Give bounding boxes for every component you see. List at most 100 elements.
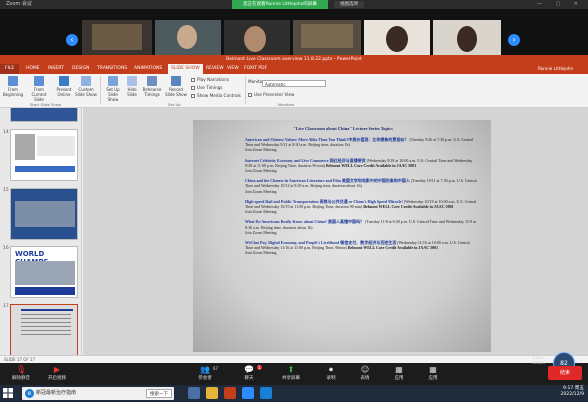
network-speed: 1.2k/s 113k/s [532, 355, 545, 365]
participants-icon: 👥 [200, 365, 210, 374]
setup-show-button[interactable]: Set Up Slide Show [103, 76, 123, 102]
setup-icon [108, 76, 118, 86]
slide-thumbnail-selected[interactable] [10, 304, 78, 355]
slide-thumbnail[interactable]: WORLD CHAMPS [10, 246, 78, 298]
present-online-button[interactable]: Present Online [54, 76, 74, 97]
browser-app-icon[interactable] [260, 387, 272, 399]
ppt-window-title: Belmont Live Classroom overview 11.8.22.… [0, 55, 588, 64]
tab-slide-show[interactable]: SLIDE SHOW [168, 64, 203, 74]
join-link[interactable]: Join Zoom Meeting [245, 189, 277, 194]
tab-animations[interactable]: ANIMATIONS [134, 64, 162, 74]
topic-item: Internet Celebrity Economy and Live Comm… [245, 158, 477, 174]
hide-slide-button[interactable]: Hide Slide [124, 76, 140, 97]
topic-item: China and the Chinese in American Litera… [245, 178, 477, 194]
slideshow-icon [8, 76, 18, 86]
thumb-number: 14 [3, 130, 9, 135]
topic-item: High-speed Rail and Public Transportatio… [245, 199, 477, 215]
taskbar-search-box[interactable]: e 新冠最新治疗指南 搜索一下 [22, 387, 174, 400]
from-beginning-button[interactable]: From Beginning [2, 76, 24, 97]
record-show-button[interactable]: Record Slide Show [164, 76, 188, 97]
tab-file[interactable]: FILE [0, 64, 20, 74]
window-controls[interactable]: — ▢ ✕ [537, 0, 584, 9]
chat-badge: 1 [257, 365, 262, 370]
browser-icon: e [25, 389, 34, 398]
from-current-button[interactable]: From Current Slide [26, 76, 52, 102]
share-banner: 您正在观看Ronnie Littlejohn的屏幕 [232, 0, 328, 9]
custom-show-icon [81, 76, 91, 86]
powerpoint-icon[interactable] [224, 387, 236, 399]
tab-home[interactable]: HOME [26, 64, 40, 74]
thumb-number: 15 [3, 188, 9, 193]
tab-transitions[interactable]: TRANSITIONS [97, 64, 127, 74]
show-media-checkbox[interactable]: Show Media Controls [191, 93, 241, 99]
core-credit-note: Belmont WELL Core Credit Available in JA… [347, 245, 439, 251]
join-link[interactable]: Join Zoom Meeting [245, 250, 277, 255]
join-link[interactable]: Join Zoom Meeting [245, 209, 277, 214]
tab-review[interactable]: REVIEW [206, 64, 224, 74]
taskbar-clock[interactable]: 9:17 周五 2022/12/9 [544, 386, 584, 398]
checkbox-icon [191, 78, 195, 82]
ribbon-separator [100, 76, 101, 104]
apps-icon: ▦ [429, 365, 437, 374]
topic-item: American and Chinese Values: More Alike … [245, 137, 477, 153]
hide-slide-icon [127, 76, 137, 86]
current-slide[interactable]: "Live Classroom about China" Lecture Ser… [193, 120, 491, 352]
thumb-number: 17 [3, 304, 9, 309]
apps-button[interactable]: ▦ 应用 [382, 365, 416, 382]
gallery-prev-icon[interactable]: ‹ [66, 34, 78, 46]
signed-in-user[interactable]: Ronnie Littlejohn [538, 66, 573, 71]
group-monitors-label: Monitors [278, 102, 295, 107]
windows-start-icon[interactable] [3, 388, 13, 398]
folder-icon[interactable] [206, 387, 218, 399]
play-narrations-checkbox[interactable]: Play Narrations [191, 77, 229, 83]
participant-count: 67 [213, 366, 219, 371]
thumb-number: 16 [3, 246, 9, 251]
apps-button-2[interactable]: ▦ 应用 [416, 365, 450, 382]
view-options-button[interactable]: 视图选项 [334, 1, 364, 8]
search-button[interactable]: 搜索一下 [146, 389, 172, 398]
end-meeting-button[interactable]: 结束 [548, 366, 582, 380]
zoom-icon[interactable] [242, 387, 254, 399]
share-screen-icon: ⬆ [287, 365, 295, 374]
use-timings-checkbox[interactable]: Use Timings [191, 85, 222, 91]
topic-item: WeChat Pay, Digital Economy, and People'… [245, 240, 477, 256]
checkbox-icon [248, 93, 252, 97]
gallery-next-icon[interactable]: › [508, 34, 520, 46]
monitor-select[interactable]: Automatic [262, 80, 326, 87]
topic-item: What Do Americans Really Know about Chin… [245, 219, 477, 235]
rehearse-button[interactable]: Rehearse Timings [142, 76, 162, 97]
checkbox-icon [191, 86, 195, 90]
ribbon-tabs: FILE HOME INSERT DESIGN TRANSITIONS ANIM… [0, 64, 588, 74]
slide-thumbnail[interactable] [10, 129, 78, 181]
zoom-toolbar: 🎙 解除静音 ▶ 开启视频 👥 参会者 67 💬 聊天 1 ⬆ 共享屏幕 ⏺ 录制 ☺ 表情 … [0, 363, 588, 385]
tab-design[interactable]: DESIGN [72, 64, 89, 74]
start-video-button[interactable]: ▶ 开启视频 [40, 365, 74, 382]
join-link[interactable]: Join Zoom Meeting [245, 168, 277, 173]
unmute-button[interactable]: 🎙 解除静音 [4, 365, 38, 382]
ribbon-separator [245, 76, 246, 104]
slide-thumbnails-pane: 14 15 16 WORLD CHAMPS 17 [0, 108, 82, 355]
slide-thumbnail[interactable] [10, 108, 78, 122]
video-off-icon: ▶ [53, 365, 61, 374]
record-button[interactable]: ⏺ 录制 [314, 365, 348, 382]
mic-muted-icon: 🎙 [16, 365, 27, 374]
slide-thumbnail[interactable] [10, 188, 78, 240]
taskbar-app-icon[interactable] [188, 387, 200, 399]
chat-icon: 💬 [244, 365, 254, 374]
slideshow-current-icon [34, 76, 44, 86]
ppt-status-bar: SLIDE 17 OF 17 [0, 355, 588, 363]
presenter-view-checkbox[interactable]: Use Presenter View [248, 92, 294, 98]
reactions-button[interactable]: ☺ 表情 [348, 365, 382, 382]
tab-foxit-pdf[interactable]: FOXIT PDF [244, 64, 267, 74]
custom-show-button[interactable]: Custom Slide Show [75, 76, 97, 97]
join-link[interactable]: Join Zoom Meeting [245, 230, 277, 235]
share-screen-button[interactable]: ⬆ 共享屏幕 [274, 365, 308, 382]
core-credit-note: Belmont WELL Core Credit Available in JA… [363, 204, 454, 210]
core-credit-note: Belmont WELL Core Credit Available in JA… [325, 162, 417, 168]
clock-date: 2022/12/9 [560, 392, 584, 397]
join-link[interactable]: Join Zoom Meeting [245, 147, 277, 152]
record-icon [171, 76, 181, 86]
tab-insert[interactable]: INSERT [48, 64, 64, 74]
tab-view[interactable]: VIEW [227, 64, 239, 74]
globe-icon [59, 76, 69, 86]
